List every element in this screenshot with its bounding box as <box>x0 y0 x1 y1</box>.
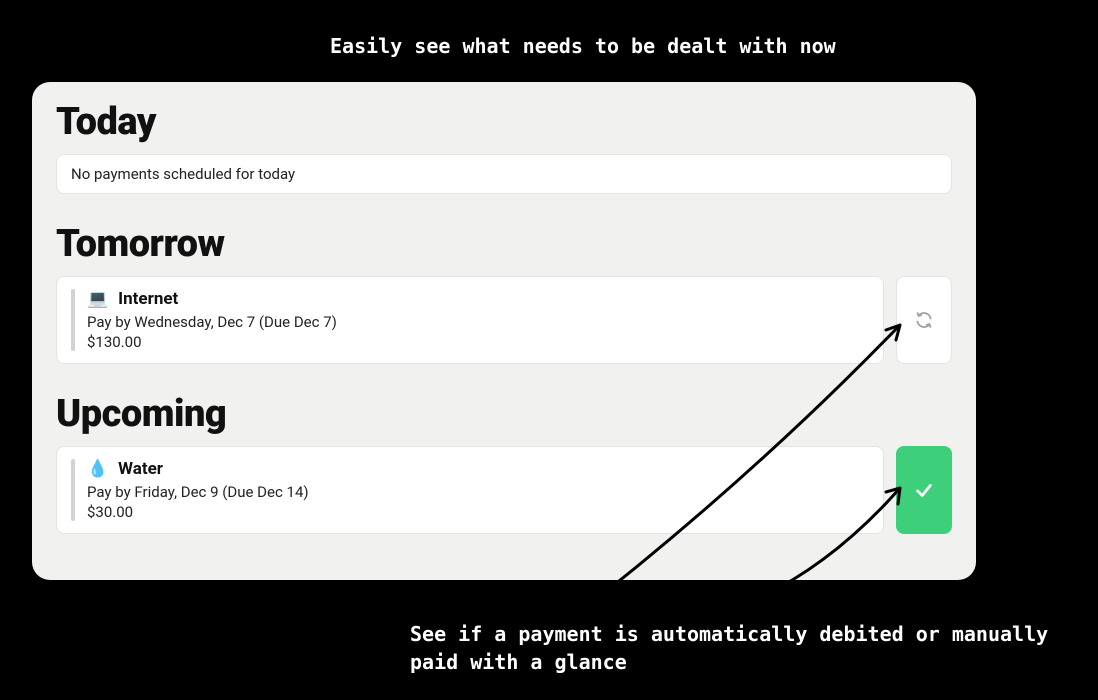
accent-bar <box>71 289 75 351</box>
payment-card-water[interactable]: 💧 Water Pay by Friday, Dec 9 (Due Dec 14… <box>56 446 884 534</box>
payment-card-internet[interactable]: 💻 Internet Pay by Wednesday, Dec 7 (Due … <box>56 276 884 364</box>
recurring-icon <box>914 310 934 330</box>
annotation-top: Easily see what needs to be dealt with n… <box>330 32 836 60</box>
recurring-button[interactable] <box>896 276 952 364</box>
payment-name: Internet <box>118 289 178 309</box>
check-icon <box>913 479 935 501</box>
payment-name: Water <box>118 459 163 479</box>
payment-amount: $130.00 <box>87 333 869 351</box>
section-upcoming-title: Upcoming <box>56 392 952 436</box>
section-today-title: Today <box>56 100 952 144</box>
annotation-bottom: See if a payment is automatically debite… <box>410 620 1060 676</box>
mark-paid-button[interactable] <box>896 446 952 534</box>
payment-subtitle: Pay by Friday, Dec 9 (Due Dec 14) <box>87 483 869 501</box>
droplet-icon: 💧 <box>87 459 108 479</box>
section-tomorrow-title: Tomorrow <box>56 222 952 266</box>
today-empty-message: No payments scheduled for today <box>56 154 952 194</box>
payment-subtitle: Pay by Wednesday, Dec 7 (Due Dec 7) <box>87 313 869 331</box>
payment-amount: $30.00 <box>87 503 869 521</box>
laptop-icon: 💻 <box>87 289 108 309</box>
payments-panel: Today No payments scheduled for today To… <box>32 82 976 580</box>
accent-bar <box>71 459 75 521</box>
